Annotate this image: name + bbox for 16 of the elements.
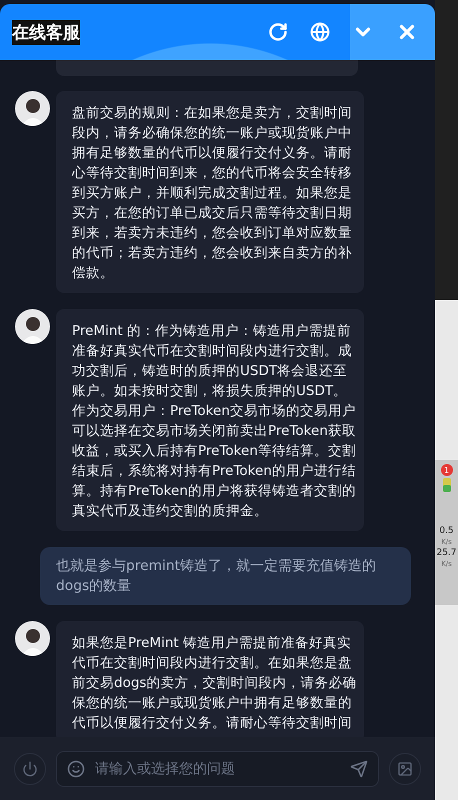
upload-speed: 0.5 (439, 526, 454, 536)
image-button[interactable] (389, 752, 421, 784)
image-icon[interactable] (397, 760, 413, 776)
smile-icon[interactable] (67, 760, 85, 778)
download-speed: 25.7 (436, 548, 457, 558)
power-icon[interactable] (22, 760, 38, 776)
message-bubble: PreMint 的：作为铸造用户：铸造用户需提前准备好真实代币在交割时间段内进行交割。成功交割后，铸造时的质押的USDT将会退还至账户。如未按时交割，将损失质押的USDT。作为交易用户：PreToken交易市场的交易用户可以选择在交易市场关闭前卖出PreToken获取收益，或买入后持有PreToken等待结算。交割结束后，系统将对持有PreToken的用户进行结算。持有PreToken的用户将获得铸造者交割的真实代币及违约交割的质押金。 (56, 309, 364, 531)
send-icon[interactable] (350, 760, 368, 778)
notification-badge: 1 (440, 464, 452, 476)
message-bubble: 盘前交易的规则：在如果您是卖方，交割时间段内，请务必确保您的统一账户或现货账户中拥有足够数量的代币以便履行交付义务。请耐心等待交割时间到来，您的代币将会安全转移到买方账户，并顺利完成交割过程。如果您是买方，在您的订单已成交后只需等待交割日期到来，若卖方未违约，您会收到订单对应数量的代币；若卖方违约，您会收到来自卖方的补偿款。 (56, 91, 364, 293)
user-message: 也就是参与premint铸造了，就一定需要充值铸造的dogs的数量 (40, 547, 411, 605)
window-title: 在线客服 (12, 20, 80, 44)
message-bubble: 如果您是PreMint 铸造用户需提前准备好真实代币在交割时间段内进行交割。在如果您是盘前交易dogs的卖方，交割时间段内，请务必确保您的统一账户或现货账户中拥有足够数量的代币以便履行交付义务。请耐心等待交割时间 (56, 621, 364, 737)
power-button[interactable] (14, 752, 46, 784)
input-field[interactable]: 请输入或选择您的问题 (56, 750, 379, 786)
text-input[interactable]: 请输入或选择您的问题 (93, 760, 342, 778)
